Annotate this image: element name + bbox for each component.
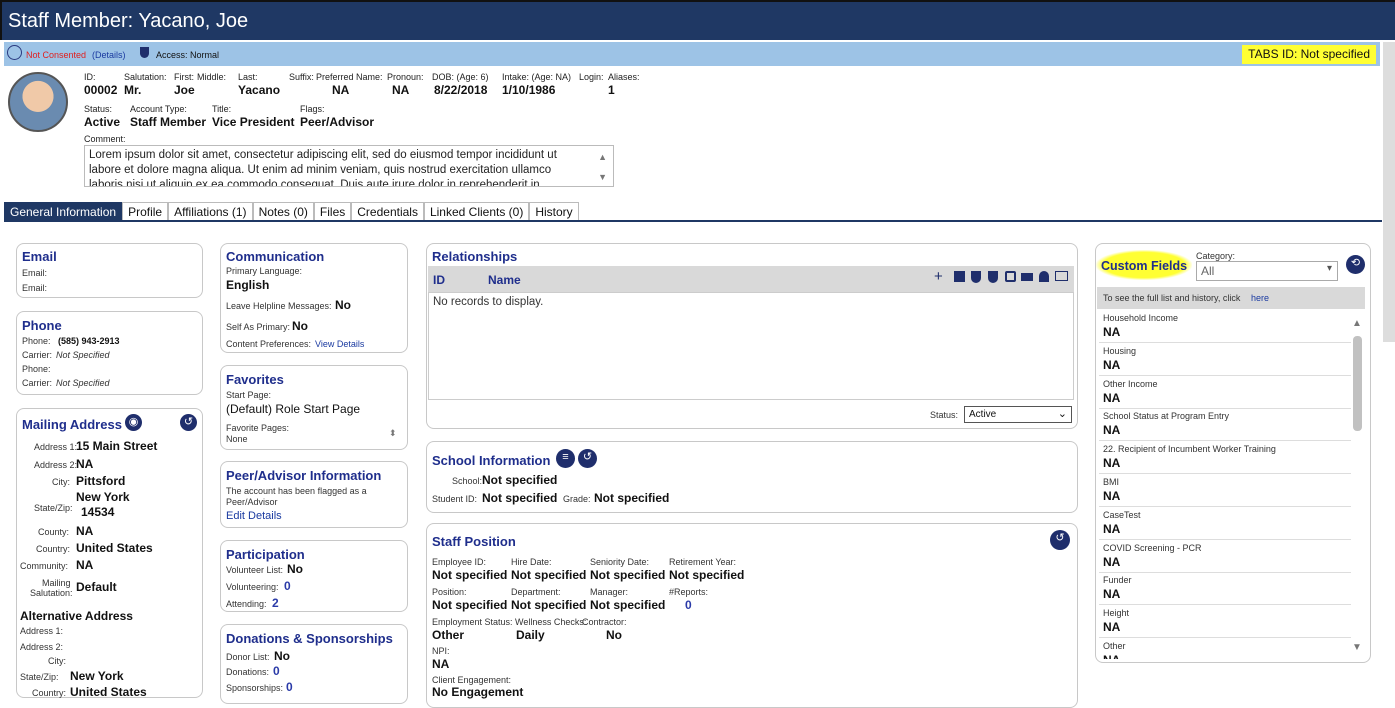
custom-field-label: 22. Recipient of Incumbent Worker Traini… (1103, 444, 1276, 455)
client-engagement-value: No Engagement (432, 685, 524, 699)
custom-field-value: NA (1103, 489, 1121, 503)
custom-field-value: NA (1103, 325, 1121, 339)
custom-field-label: Household Income (1103, 313, 1179, 323)
custom-field-value: NA (1103, 653, 1120, 659)
custom-field-row: Housing NA (1099, 344, 1351, 376)
alt-country-value: United States (70, 685, 147, 699)
custom-field-label: Other Income (1103, 378, 1158, 389)
custom-field-value: NA (1103, 423, 1121, 438)
custom-field-label: Funder (1103, 575, 1132, 586)
custom-field-value: NA (1103, 620, 1121, 635)
alt-statezip-label: State/Zip: (20, 672, 59, 682)
custom-fields-list: Household Income NA Housing NA Other Income N… (0, 0, 1395, 659)
custom-field-row: Funder NA (1099, 573, 1351, 606)
custom-field-value: NA (1103, 554, 1121, 569)
custom-field-value: NA (1103, 521, 1121, 536)
custom-field-label: Other (1103, 641, 1126, 651)
custom-field-value: NA (1103, 390, 1121, 405)
custom-field-row: Other Income NA (1099, 377, 1351, 409)
custom-field-row: Height NA (1099, 606, 1351, 639)
donations-count[interactable]: 0 (273, 664, 280, 678)
npi-value: NA (432, 657, 450, 671)
alt-state-value: New York (70, 669, 124, 683)
custom-field-label: BMI (1103, 477, 1120, 487)
sponsorships-count[interactable]: 0 (286, 680, 293, 694)
client-engagement-label: Client Engagement: (432, 675, 512, 685)
custom-field-label: CaseTest (1103, 509, 1141, 520)
custom-fields-scrollbar[interactable]: ▲ ▼ (1352, 318, 1364, 654)
custom-field-row: CaseTest NA (1099, 508, 1351, 540)
custom-field-value: NA (1103, 357, 1121, 372)
custom-field-value: NA (1103, 587, 1121, 602)
custom-field-row: BMI NA (1099, 475, 1351, 507)
custom-field-row: COVID Screening - PCR NA (1099, 541, 1351, 573)
custom-field-label: School Status at Program Entry (1103, 411, 1230, 422)
custom-field-label: Height (1103, 608, 1130, 619)
scroll-down-icon[interactable]: ▼ (1352, 642, 1362, 653)
scrollbar-thumb[interactable] (1353, 336, 1362, 431)
alt-country-label: Country: (32, 688, 67, 698)
custom-field-value: NA (1103, 456, 1121, 471)
sponsorships-label: Sponsorships: (226, 683, 284, 693)
custom-field-row: 22. Recipient of Incumbent Worker Traini… (1099, 442, 1351, 475)
donations-label: Donations: (226, 667, 270, 677)
scroll-up-icon[interactable]: ▲ (1352, 318, 1362, 329)
custom-field-label: COVID Screening - PCR (1103, 542, 1202, 553)
custom-field-row: Other NA (1099, 639, 1351, 659)
custom-field-row: School Status at Program Entry NA (1099, 409, 1351, 442)
custom-field-label: Housing (1103, 345, 1137, 356)
custom-field-row: Household Income NA (1099, 311, 1351, 343)
